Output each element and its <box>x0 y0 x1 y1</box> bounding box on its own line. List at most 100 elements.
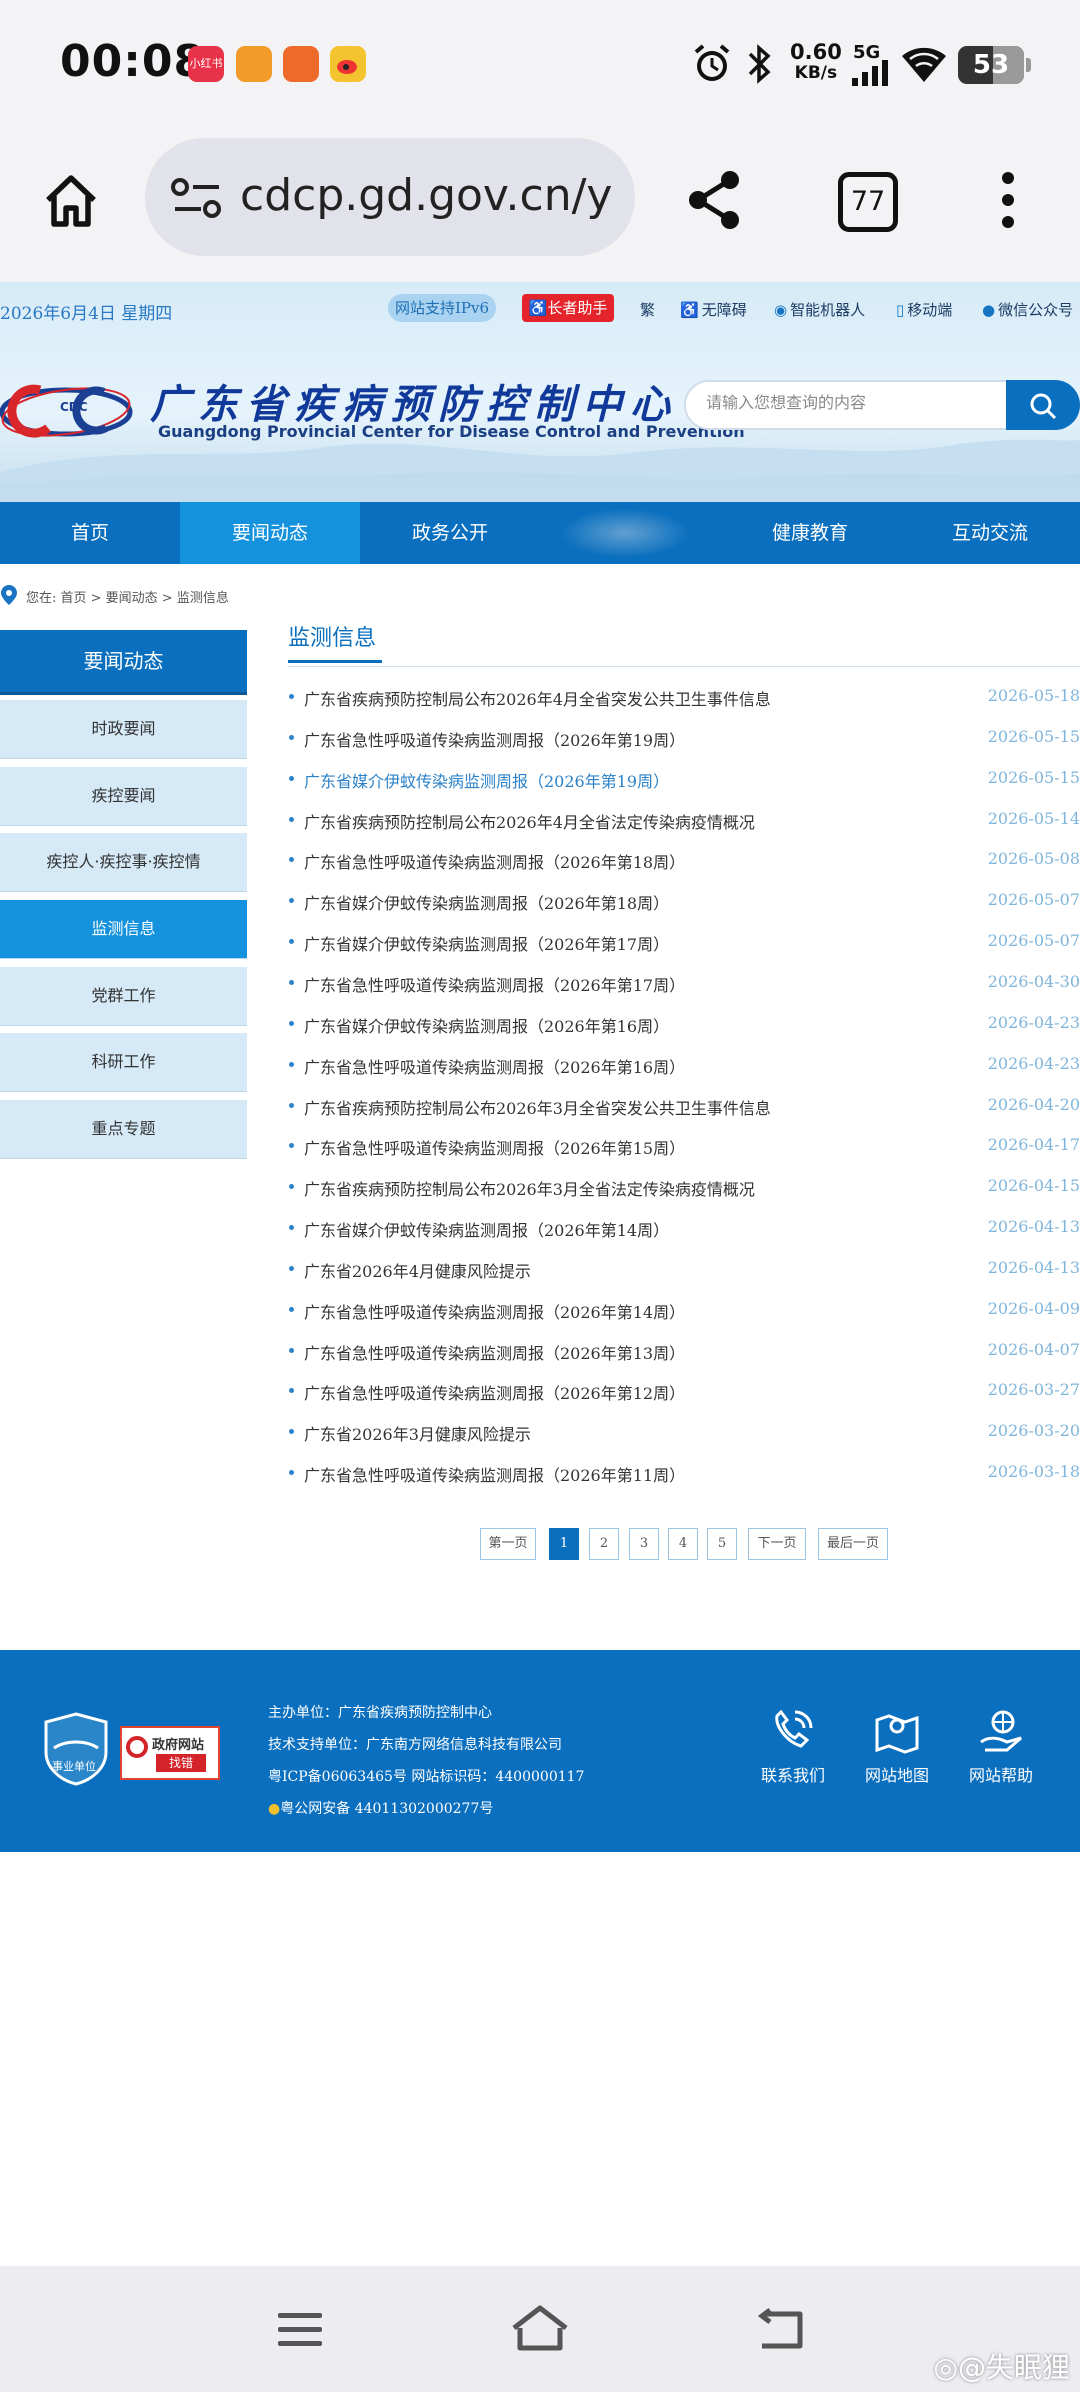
elder-mode-button[interactable]: ♿长者助手 <box>522 294 614 322</box>
list-item[interactable]: 广东省急性呼吸道传染病监测周报（2026年第19周） 2026-05-15 <box>288 718 1080 759</box>
url-text[interactable]: cdcp.gd.gov.cn/y <box>240 170 612 221</box>
list-item-title[interactable]: 广东省疾病预防控制局公布2026年3月全省突发公共卫生事件信息 <box>304 1095 771 1119</box>
list-item-title[interactable]: 广东省2026年3月健康风险提示 <box>304 1421 531 1445</box>
bullet-icon <box>289 857 294 863</box>
next-page-button[interactable]: 下一页 <box>748 1528 806 1560</box>
list-item[interactable]: 广东省疾病预防控制局公布2026年3月全省突发公共卫生事件信息 2026-04-2… <box>288 1086 1080 1127</box>
bullet-icon <box>289 775 294 781</box>
ipv6-badge: 网站支持IPv6 <box>388 294 496 322</box>
nav-item-interaction[interactable]: 互动交流 <box>900 502 1080 564</box>
footer-police-record[interactable]: ●粤公网安备 44011302000277号 <box>268 1798 493 1818</box>
mobile-link[interactable]: ▯ 移动端 <box>896 299 952 320</box>
list-item[interactable]: 广东省急性呼吸道传染病监测周报（2026年第12周） 2026-03-27 <box>288 1371 1080 1412</box>
sidebar-item-party-work[interactable]: 党群工作 <box>0 967 247 1026</box>
list-item[interactable]: 广东省媒介伊蚊传染病监测周报（2026年第19周） 2026-05-15 <box>288 759 1080 800</box>
list-item[interactable]: 广东省媒介伊蚊传染病监测周报（2026年第14周） 2026-04-13 <box>288 1208 1080 1249</box>
nav-item-home[interactable]: 首页 <box>0 502 180 564</box>
list-item[interactable]: 广东省急性呼吸道传染病监测周报（2026年第18周） 2026-05-08 <box>288 840 1080 881</box>
list-item[interactable]: 广东省2026年3月健康风险提示 2026-03-20 <box>288 1412 1080 1453</box>
list-item[interactable]: 广东省媒介伊蚊传染病监测周报（2026年第16周） 2026-04-23 <box>288 1004 1080 1045</box>
share-icon[interactable] <box>684 168 744 232</box>
search-button[interactable] <box>1006 380 1080 430</box>
site-map-link[interactable]: 网站地图 <box>852 1708 942 1786</box>
list-item-title[interactable]: 广东省急性呼吸道传染病监测周报（2026年第18周） <box>304 849 685 873</box>
list-item-title[interactable]: 广东省媒介伊蚊传染病监测周报（2026年第16周） <box>304 1013 669 1037</box>
sidebar-item-cdc-news[interactable]: 疾控要闻 <box>0 767 247 826</box>
contact-us-link[interactable]: 联系我们 <box>748 1708 838 1786</box>
nav-item-gov-affairs[interactable]: 政务公开 <box>360 502 540 564</box>
list-item-title[interactable]: 广东省媒介伊蚊传染病监测周报（2026年第14周） <box>304 1217 669 1241</box>
page-button[interactable]: 4 <box>668 1528 698 1560</box>
list-item-title[interactable]: 广东省急性呼吸道传染病监测周报（2026年第12周） <box>304 1380 685 1404</box>
robot-icon: ◉ <box>774 301 788 319</box>
gov-site-error-badge[interactable]: 政府网站 找错 <box>120 1726 220 1780</box>
list-item[interactable]: 广东省疾病预防控制局公布2026年4月全省法定传染病疫情概况 2026-05-14 <box>288 800 1080 841</box>
list-item[interactable]: 广东省疾病预防控制局公布2026年3月全省法定传染病疫情概况 2026-04-15 <box>288 1167 1080 1208</box>
tab-switcher-button[interactable]: 77 <box>838 172 898 232</box>
site-settings-icon[interactable] <box>171 178 223 218</box>
list-item[interactable]: 广东省急性呼吸道传染病监测周报（2026年第15周） 2026-04-17 <box>288 1126 1080 1167</box>
elder-mode-icon: ♿ <box>528 299 548 317</box>
page-button[interactable]: 1 <box>549 1528 579 1560</box>
list-item-title[interactable]: 广东省急性呼吸道传染病监测周报（2026年第15周） <box>304 1135 685 1159</box>
sidebar-item-research[interactable]: 科研工作 <box>0 1033 247 1092</box>
footer-icp[interactable]: 粤ICP备06063465号 网站标识码：4400000117 <box>268 1766 584 1786</box>
institution-shield-icon[interactable] <box>44 1712 108 1786</box>
list-item-title[interactable]: 广东省疾病预防控制局公布2026年4月全省突发公共卫生事件信息 <box>304 686 771 710</box>
sidebar-item-monitoring[interactable]: 监测信息 <box>0 900 247 959</box>
wechat-link[interactable]: ● 微信公众号 <box>982 299 1073 320</box>
address-bar[interactable]: cdcp.gd.gov.cn/y <box>145 138 635 256</box>
list-item-title[interactable]: 广东省媒介伊蚊传染病监测周报（2026年第17周） <box>304 931 669 955</box>
bullet-icon <box>289 694 294 699</box>
list-item-title[interactable]: 广东省急性呼吸道传染病监测周报（2026年第16周） <box>304 1054 685 1078</box>
page-button[interactable]: 3 <box>629 1528 659 1560</box>
site-help-link[interactable]: 网站帮助 <box>956 1708 1046 1786</box>
menu-icon[interactable] <box>276 2310 324 2350</box>
mobile-label: 移动端 <box>907 301 953 319</box>
list-item-title[interactable]: 广东省疾病预防控制局公布2026年4月全省法定传染病疫情概况 <box>304 809 755 833</box>
list-item[interactable]: 广东省急性呼吸道传染病监测周报（2026年第13周） 2026-04-07 <box>288 1331 1080 1372</box>
first-page-button[interactable]: 第一页 <box>480 1528 536 1560</box>
list-item-date: 2026-04-09 <box>987 1298 1080 1318</box>
breadcrumb-text[interactable]: 您在: 首页 > 要闻动态 > 监测信息 <box>26 587 229 606</box>
list-item[interactable]: 广东省急性呼吸道传染病监测周报（2026年第16周） 2026-04-23 <box>288 1045 1080 1086</box>
sidebar-item-special-topics[interactable]: 重点专题 <box>0 1100 247 1159</box>
list-item-date: 2026-04-30 <box>987 971 1080 991</box>
list-item[interactable]: 广东省疾病预防控制局公布2026年4月全省突发公共卫生事件信息 2026-05-1… <box>288 677 1080 718</box>
home-icon[interactable] <box>42 172 100 230</box>
list-item-title[interactable]: 广东省2026年4月健康风险提示 <box>304 1258 531 1282</box>
list-item[interactable]: 广东省媒介伊蚊传染病监测周报（2026年第17周） 2026-05-07 <box>288 922 1080 963</box>
search-field[interactable] <box>684 380 1010 430</box>
sidebar-item-cdc-people[interactable]: 疾控人·疾控事·疾控情 <box>0 833 247 892</box>
cdc-logo-abbr: CDC <box>60 400 88 414</box>
home-button-icon[interactable] <box>510 2304 570 2352</box>
list-item[interactable]: 广东省2026年4月健康风险提示 2026-04-13 <box>288 1249 1080 1290</box>
list-item-title[interactable]: 广东省媒介伊蚊传染病监测周报（2026年第19周） <box>304 768 669 792</box>
back-icon[interactable] <box>756 2308 806 2352</box>
list-item-title[interactable]: 广东省急性呼吸道传染病监测周报（2026年第13周） <box>304 1340 685 1364</box>
list-item-title[interactable]: 广东省急性呼吸道传染病监测周报（2026年第17周） <box>304 972 685 996</box>
list-item[interactable]: 广东省媒介伊蚊传染病监测周报（2026年第18周） 2026-05-07 <box>288 881 1080 922</box>
list-item[interactable]: 广东省急性呼吸道传染病监测周报（2026年第17周） 2026-04-30 <box>288 963 1080 1004</box>
page-button[interactable]: 2 <box>589 1528 619 1560</box>
list-item-title[interactable]: 广东省疾病预防控制局公布2026年3月全省法定传染病疫情概况 <box>304 1176 755 1200</box>
list-item-title[interactable]: 广东省急性呼吸道传染病监测周报（2026年第11周） <box>304 1462 685 1486</box>
sidebar-title: 要闻动态 <box>0 630 247 692</box>
search-input[interactable] <box>704 392 998 413</box>
traditional-chinese-link[interactable]: 繁 <box>640 299 655 320</box>
more-menu-icon[interactable] <box>996 168 1020 232</box>
nav-item-health-education[interactable]: 健康教育 <box>720 502 900 564</box>
robot-link[interactable]: ◉ 智能机器人 <box>774 299 865 320</box>
accessibility-link[interactable]: ♿ 无障碍 <box>680 299 747 320</box>
sidebar-item-political-news[interactable]: 时政要闻 <box>0 700 247 759</box>
list-item-title[interactable]: 广东省急性呼吸道传染病监测周报（2026年第19周） <box>304 727 685 751</box>
last-page-button[interactable]: 最后一页 <box>818 1528 888 1560</box>
list-item[interactable]: 广东省急性呼吸道传染病监测周报（2026年第11周） 2026-03-18 <box>288 1453 1080 1494</box>
page-button[interactable]: 5 <box>707 1528 737 1560</box>
list-title-rule <box>288 666 1080 667</box>
list-item-title[interactable]: 广东省媒介伊蚊传染病监测周报（2026年第18周） <box>304 890 669 914</box>
site-footer: 事业单位 政府网站 找错 主办单位：广东省疾病预防控制中心 技术支持单位：广东南… <box>0 1650 1080 1852</box>
list-item[interactable]: 广东省急性呼吸道传染病监测周报（2026年第14周） 2026-04-09 <box>288 1290 1080 1331</box>
list-item-title[interactable]: 广东省急性呼吸道传染病监测周报（2026年第14周） <box>304 1299 685 1323</box>
nav-item-news[interactable]: 要闻动态 <box>180 502 360 564</box>
